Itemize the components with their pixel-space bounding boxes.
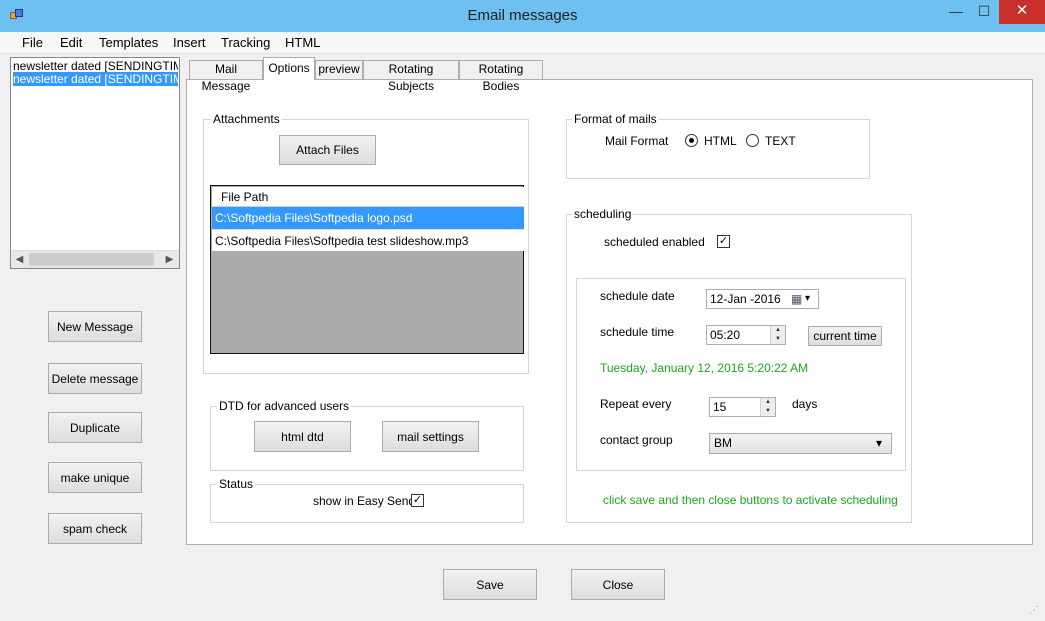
tab-rotating-bodies[interactable]: Rotating Bodies (459, 60, 543, 93)
close-button[interactable]: Close (571, 569, 665, 600)
format-group (566, 119, 870, 179)
format-group-label: Format of mails (572, 112, 659, 126)
close-window-button[interactable]: ✕ (999, 0, 1045, 24)
status-group-label: Status (217, 477, 256, 491)
chevron-down-icon[interactable]: ▾ (805, 290, 810, 308)
contact-group-select[interactable]: BM ▾ (709, 433, 892, 454)
mail-format-label: Mail Format (605, 134, 669, 148)
spin-down-icon[interactable]: ▼ (761, 407, 775, 416)
chevron-down-icon[interactable]: ▾ (876, 434, 882, 453)
message-list-item[interactable]: newsletter dated [SENDINGTIME] (13, 59, 178, 73)
window-title: Email messages (467, 7, 578, 24)
repeat-every-input[interactable]: 15 ▲ ▼ (709, 397, 776, 417)
current-datetime-text: Tuesday, January 12, 2016 5:20:22 AM (600, 361, 809, 375)
message-list[interactable]: newsletter dated [SENDINGTIME] newslette… (10, 57, 180, 269)
current-time-button[interactable]: current time (808, 326, 882, 346)
make-unique-button[interactable]: make unique (48, 462, 142, 493)
format-text-label[interactable]: TEXT (765, 134, 796, 148)
maximize-button[interactable]: ☐ (969, 0, 999, 24)
show-in-easy-send-checkbox[interactable]: ✓ (411, 494, 424, 507)
schedule-date-value: 12-Jan -2016 (710, 292, 781, 306)
format-text-radio[interactable] (746, 134, 759, 147)
schedule-time-label: schedule time (600, 325, 675, 339)
repeat-every-label: Repeat every (600, 397, 672, 411)
menu-edit[interactable]: Edit (60, 35, 82, 50)
schedule-date-picker[interactable]: 12-Jan -2016 ▦ ▾ (706, 289, 819, 309)
scheduled-enabled-checkbox[interactable]: ✓ (717, 235, 730, 248)
menu-templates[interactable]: Templates (99, 35, 158, 50)
calendar-icon[interactable]: ▦ (791, 290, 802, 308)
message-list-item-selected[interactable]: newsletter dated [SENDINGTIME] (13, 72, 178, 86)
menu-tracking[interactable]: Tracking (221, 35, 270, 50)
spam-check-button[interactable]: spam check (48, 513, 142, 544)
table-row[interactable]: C:\Softpedia Files\Softpedia logo.psd (212, 207, 524, 229)
scroll-thumb[interactable] (29, 253, 154, 266)
contact-group-value: BM (714, 436, 732, 450)
format-html-label[interactable]: HTML (704, 134, 737, 148)
show-in-easy-send-label: show in Easy Send (313, 494, 416, 508)
message-list-scrollbar[interactable]: ◀ ▶ (11, 250, 179, 268)
attachments-group-label: Attachments (211, 112, 282, 126)
scroll-left-icon[interactable]: ◀ (11, 251, 28, 268)
menu-html[interactable]: HTML (285, 35, 320, 50)
attach-files-button[interactable]: Attach Files (279, 135, 376, 165)
file-path-column-header[interactable]: File Path (212, 187, 524, 207)
save-button[interactable]: Save (443, 569, 537, 600)
tab-preview[interactable]: preview (315, 60, 363, 79)
html-dtd-button[interactable]: html dtd (254, 421, 351, 452)
schedule-date-label: schedule date (600, 289, 675, 303)
schedule-time-value: 05:20 (710, 328, 741, 342)
tab-mail-message[interactable]: Mail Message (189, 60, 263, 93)
repeat-spinner[interactable]: ▲ ▼ (760, 398, 775, 416)
file-path-table[interactable]: File Path C:\Softpedia Files\Softpedia l… (210, 185, 524, 354)
spin-down-icon[interactable]: ▼ (771, 335, 785, 344)
delete-message-button[interactable]: Delete message (48, 363, 142, 394)
table-row[interactable]: C:\Softpedia Files\Softpedia test slides… (212, 229, 524, 251)
scroll-right-icon[interactable]: ▶ (161, 251, 178, 268)
scheduled-enabled-label: scheduled enabled (604, 235, 705, 249)
time-spinner[interactable]: ▲ ▼ (770, 326, 785, 344)
schedule-time-input[interactable]: 05:20 ▲ ▼ (706, 325, 786, 345)
spin-up-icon[interactable]: ▲ (771, 326, 785, 335)
duplicate-button[interactable]: Duplicate (48, 412, 142, 443)
new-message-button[interactable]: New Message (48, 311, 142, 342)
tab-rotating-subjects[interactable]: Rotating Subjects (363, 60, 459, 93)
repeat-every-value: 15 (713, 400, 727, 414)
format-html-radio[interactable] (685, 134, 698, 147)
menu-insert[interactable]: Insert (173, 35, 206, 50)
scheduling-hint-text: click save and then close buttons to act… (603, 493, 898, 507)
repeat-unit-label: days (792, 397, 818, 411)
mail-settings-button[interactable]: mail settings (382, 421, 479, 452)
resize-grip-icon[interactable]: ⋰ (1029, 605, 1041, 617)
spin-up-icon[interactable]: ▲ (761, 398, 775, 407)
scheduling-group-label: scheduling (572, 207, 634, 221)
dtd-group-label: DTD for advanced users (217, 399, 352, 413)
minimize-button[interactable]: — (941, 0, 971, 24)
tab-options[interactable]: Options (263, 57, 315, 80)
contact-group-label: contact group (600, 433, 673, 447)
menu-file[interactable]: File (22, 35, 43, 50)
